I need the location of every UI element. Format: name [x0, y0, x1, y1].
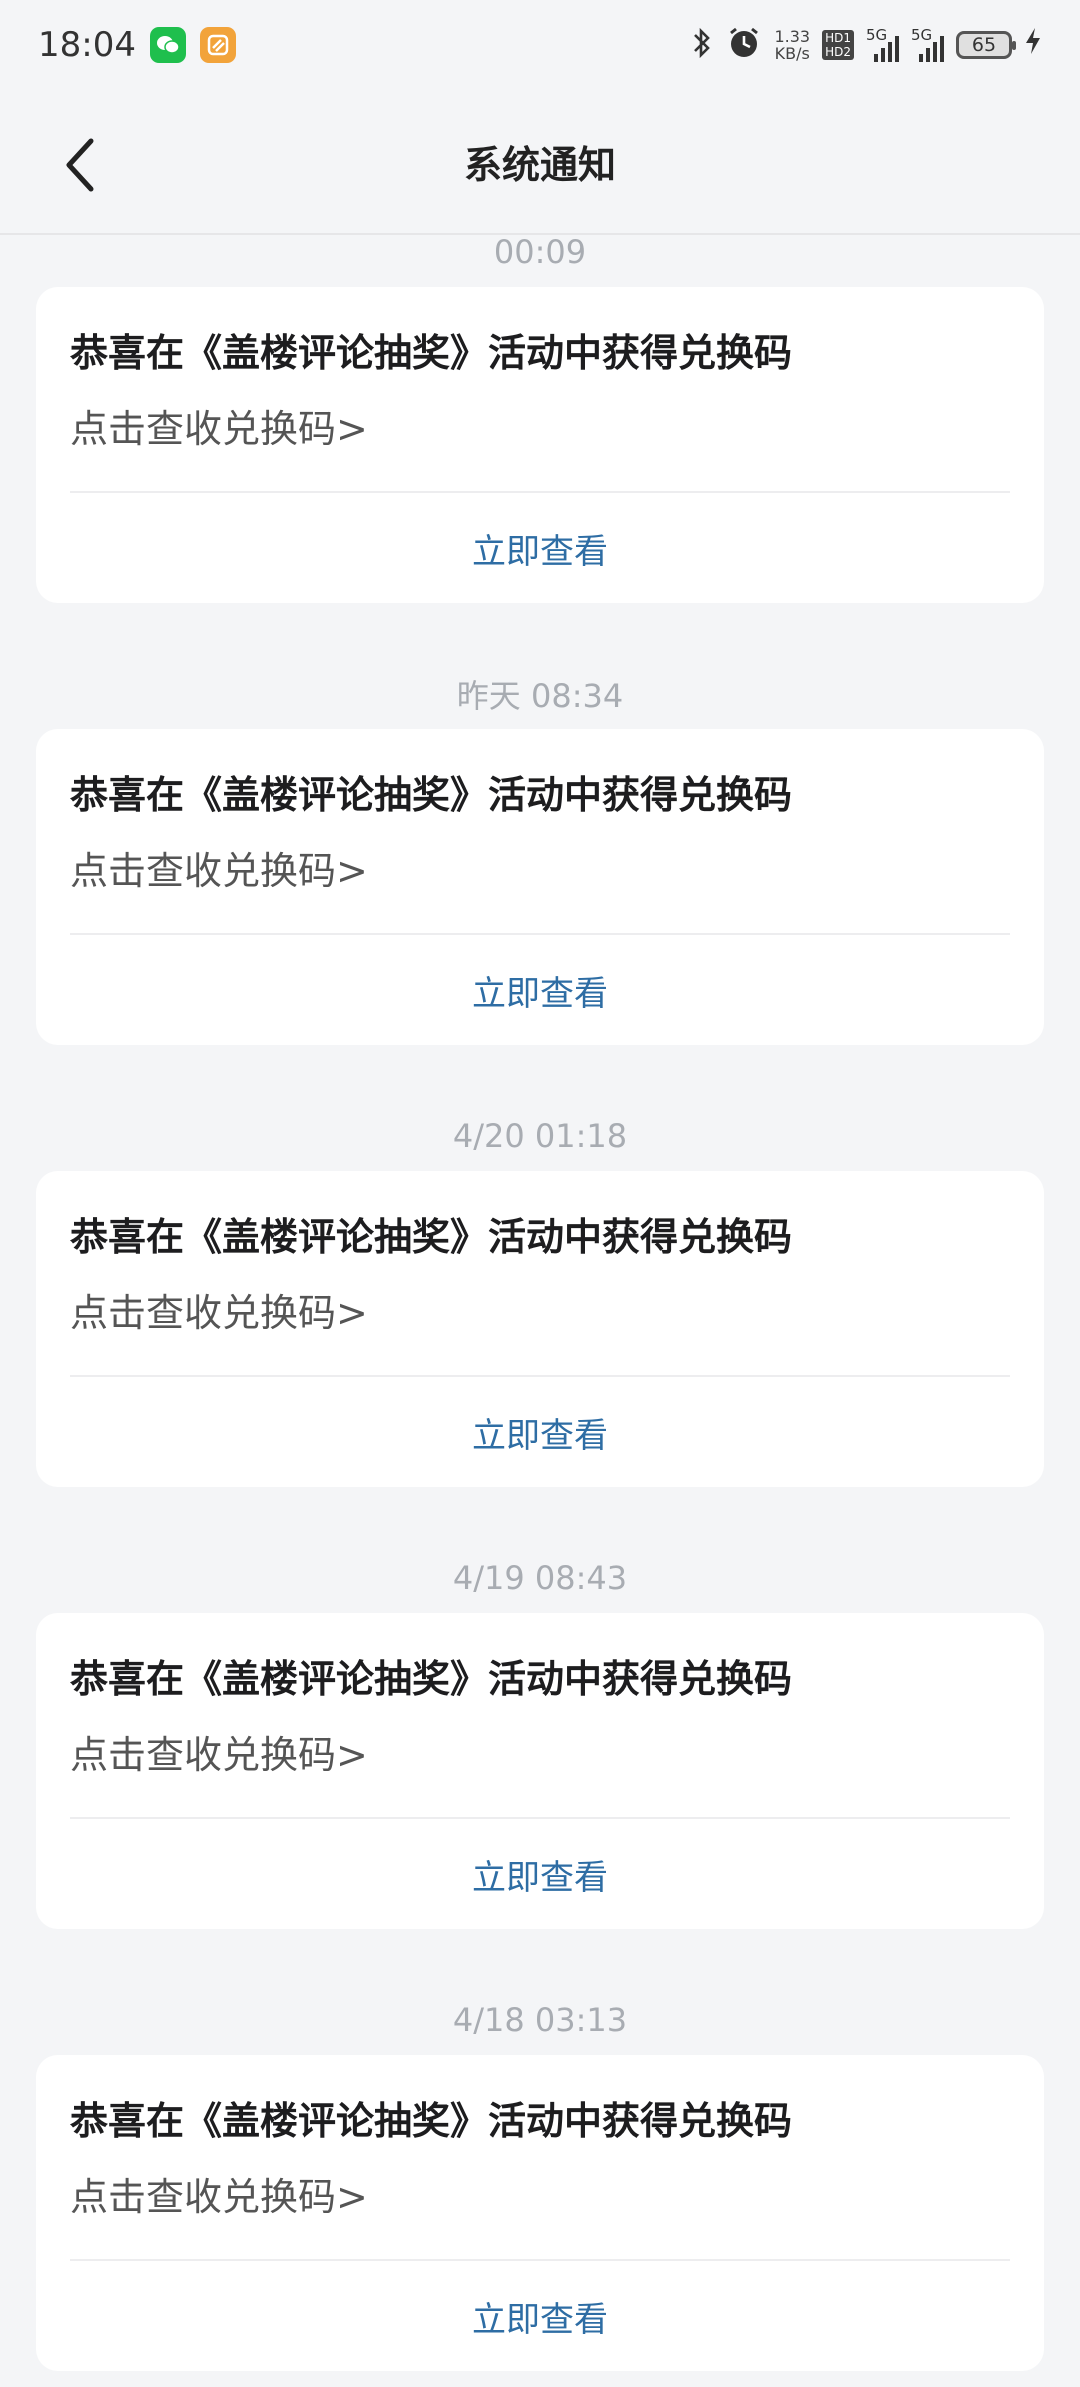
- notification-link[interactable]: 点击查收兑换码>: [70, 1287, 1010, 1339]
- hd2-label: HD2: [825, 45, 851, 59]
- hd1-label: HD1: [825, 31, 851, 45]
- status-time: 18:04: [38, 25, 136, 65]
- notification-card[interactable]: 恭喜在《盖楼评论抽奖》活动中获得兑换码 点击查收兑换码> 立即查看: [36, 1171, 1044, 1487]
- view-now-button[interactable]: 立即查看: [70, 2261, 1010, 2371]
- sim1-network-type: 5G: [866, 26, 888, 44]
- notification-group: 00:09 恭喜在《盖楼评论抽奖》活动中获得兑换码 点击查收兑换码> 立即查看: [0, 235, 1080, 603]
- view-now-button[interactable]: 立即查看: [70, 1819, 1010, 1929]
- back-button[interactable]: [50, 130, 110, 200]
- battery-level: 65: [971, 34, 997, 56]
- notification-time: 4/18 03:13: [452, 2001, 628, 2039]
- notification-link[interactable]: 点击查收兑换码>: [70, 403, 1010, 455]
- signal-sim1-icon: 5G: [866, 26, 899, 62]
- notification-card[interactable]: 恭喜在《盖楼评论抽奖》活动中获得兑换码 点击查收兑换码> 立即查看: [36, 287, 1044, 603]
- notification-group: 4/18 03:13 恭喜在《盖楼评论抽奖》活动中获得兑换码 点击查收兑换码> …: [0, 1985, 1080, 2371]
- notification-title: 恭喜在《盖楼评论抽奖》活动中获得兑换码: [70, 2099, 793, 2143]
- network-speed: 1.33 KB/s: [774, 28, 810, 62]
- notification-time: 4/20 01:18: [452, 1117, 628, 1155]
- app-notification-icon: [199, 27, 236, 63]
- notification-time: 昨天 08:34: [456, 677, 624, 715]
- notification-card[interactable]: 恭喜在《盖楼评论抽奖》活动中获得兑换码 点击查收兑换码> 立即查看: [36, 2055, 1044, 2371]
- notification-group: 昨天 08:34 恭喜在《盖楼评论抽奖》活动中获得兑换码 点击查收兑换码> 立即…: [0, 659, 1080, 1045]
- notification-link[interactable]: 点击查收兑换码>: [70, 2171, 1010, 2223]
- notification-title: 恭喜在《盖楼评论抽奖》活动中获得兑换码: [70, 1657, 793, 1701]
- wechat-notification-icon: [149, 27, 186, 63]
- network-speed-value: 1.33: [774, 27, 811, 46]
- notification-time: 4/19 08:43: [452, 1559, 628, 1597]
- view-now-button[interactable]: 立即查看: [70, 1377, 1010, 1487]
- status-indicators: 1.33 KB/s HD1 HD2 5G 5G 65: [690, 25, 1042, 66]
- chevron-left-icon: [66, 138, 94, 192]
- bolt-icon: [1024, 26, 1042, 64]
- alarm-icon: [726, 25, 762, 66]
- hd-badge: HD1 HD2: [822, 30, 854, 60]
- notification-group: 4/20 01:18 恭喜在《盖楼评论抽奖》活动中获得兑换码 点击查收兑换码> …: [0, 1101, 1080, 1487]
- battery-icon: 65: [956, 31, 1016, 59]
- view-now-button[interactable]: 立即查看: [70, 935, 1010, 1045]
- notification-title: 恭喜在《盖楼评论抽奖》活动中获得兑换码: [70, 773, 793, 817]
- notification-title: 恭喜在《盖楼评论抽奖》活动中获得兑换码: [70, 331, 793, 375]
- page-title: 系统通知: [463, 143, 616, 187]
- network-speed-unit: KB/s: [774, 44, 810, 63]
- notification-link[interactable]: 点击查收兑换码>: [70, 845, 1010, 897]
- nav-bar: 系统通知: [0, 90, 1080, 235]
- notification-card[interactable]: 恭喜在《盖楼评论抽奖》活动中获得兑换码 点击查收兑换码> 立即查看: [36, 1613, 1044, 1929]
- status-bar: 18:04 1.33 KB/s HD1 HD2 5G 5G 65: [0, 0, 1080, 90]
- notification-title: 恭喜在《盖楼评论抽奖》活动中获得兑换码: [70, 1215, 793, 1259]
- notification-time: 00:09: [493, 235, 587, 271]
- view-now-button[interactable]: 立即查看: [70, 493, 1010, 603]
- sim2-network-type: 5G: [911, 26, 933, 44]
- notification-group: 4/19 08:43 恭喜在《盖楼评论抽奖》活动中获得兑换码 点击查收兑换码> …: [0, 1543, 1080, 1929]
- signal-sim2-icon: 5G: [911, 26, 944, 62]
- notification-card[interactable]: 恭喜在《盖楼评论抽奖》活动中获得兑换码 点击查收兑换码> 立即查看: [36, 729, 1044, 1045]
- bluetooth-icon: [690, 26, 714, 65]
- notification-link[interactable]: 点击查收兑换码>: [70, 1729, 1010, 1781]
- notification-feed[interactable]: 00:09 恭喜在《盖楼评论抽奖》活动中获得兑换码 点击查收兑换码> 立即查看 …: [0, 235, 1080, 2387]
